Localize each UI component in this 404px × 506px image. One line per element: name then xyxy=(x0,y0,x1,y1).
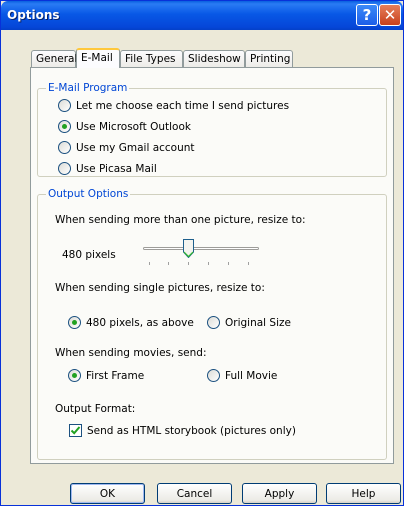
radio-original-size[interactable]: Original Size xyxy=(207,316,291,329)
tab-printing[interactable]: Printing xyxy=(245,50,293,68)
apply-button[interactable]: Apply xyxy=(242,483,317,504)
html-storybook-checkbox-row[interactable]: Send as HTML storybook (pictures only) xyxy=(69,424,296,437)
radio-label: 480 pixels, as above xyxy=(86,316,194,329)
cancel-button[interactable]: Cancel xyxy=(157,483,232,504)
radio-microsoft-outlook[interactable]: Use Microsoft Outlook xyxy=(58,120,191,133)
close-icon[interactable]: ✕ xyxy=(379,4,401,26)
slider-tick xyxy=(168,262,169,265)
radio-button[interactable] xyxy=(58,141,71,154)
radio-label: Use my Gmail account xyxy=(76,141,195,154)
help-button[interactable]: Help xyxy=(326,483,401,504)
tab-general[interactable]: General xyxy=(31,50,77,68)
radio-label: Use Picasa Mail xyxy=(76,162,157,175)
radio-button[interactable] xyxy=(58,120,71,133)
radio-button[interactable] xyxy=(207,369,220,382)
resize-slider-thumb[interactable] xyxy=(183,239,194,258)
slider-tick xyxy=(228,262,229,265)
options-dialog: Options ? ✕ General E-Mail File Types Sl… xyxy=(0,0,404,506)
slider-tick xyxy=(149,262,150,265)
window-title: Options xyxy=(7,8,60,22)
html-storybook-label: Send as HTML storybook (pictures only) xyxy=(87,424,296,437)
radio-button[interactable] xyxy=(68,316,81,329)
radio-label: Let me choose each time I send pictures xyxy=(76,99,290,112)
output-options-title: Output Options xyxy=(46,188,131,200)
help-icon[interactable]: ? xyxy=(356,4,378,26)
radio-picasa-mail[interactable]: Use Picasa Mail xyxy=(58,162,157,175)
radio-480-as-above[interactable]: 480 pixels, as above xyxy=(68,316,194,329)
slider-tick xyxy=(188,262,189,265)
radio-label: Use Microsoft Outlook xyxy=(76,120,191,133)
radio-label: First Frame xyxy=(86,369,145,382)
checkmark-icon xyxy=(70,426,81,435)
slider-value-label: 480 pixels xyxy=(62,249,116,261)
radio-button[interactable] xyxy=(58,162,71,175)
resize-slider-track[interactable] xyxy=(143,247,259,250)
tab-email[interactable]: E-Mail xyxy=(76,48,120,68)
single-resize-label: When sending single pictures, resize to: xyxy=(55,282,265,294)
radio-full-movie[interactable]: Full Movie xyxy=(207,369,277,382)
movies-label: When sending movies, send: xyxy=(55,347,207,359)
radio-button[interactable] xyxy=(68,369,81,382)
radio-choose-each-time[interactable]: Let me choose each time I send pictures xyxy=(58,99,289,112)
tab-panel-email: E-Mail Program Let me choose each time I… xyxy=(30,67,394,464)
radio-button[interactable] xyxy=(207,316,220,329)
tab-slideshow[interactable]: Slideshow xyxy=(183,50,245,68)
radio-label: Original Size xyxy=(225,316,291,329)
slider-tick xyxy=(248,262,249,265)
multi-resize-label: When sending more than one picture, resi… xyxy=(55,214,306,226)
radio-first-frame[interactable]: First Frame xyxy=(68,369,144,382)
tab-file-types[interactable]: File Types xyxy=(120,50,183,68)
title-bar[interactable]: Options ? ✕ xyxy=(1,1,403,30)
slider-tick xyxy=(208,262,209,265)
email-program-title: E-Mail Program xyxy=(46,82,130,94)
radio-button[interactable] xyxy=(58,99,71,112)
html-storybook-checkbox[interactable] xyxy=(69,424,82,437)
ok-button[interactable]: OK xyxy=(70,483,145,504)
output-format-label: Output Format: xyxy=(55,403,136,415)
radio-gmail-account[interactable]: Use my Gmail account xyxy=(58,141,195,154)
radio-label: Full Movie xyxy=(225,369,278,382)
